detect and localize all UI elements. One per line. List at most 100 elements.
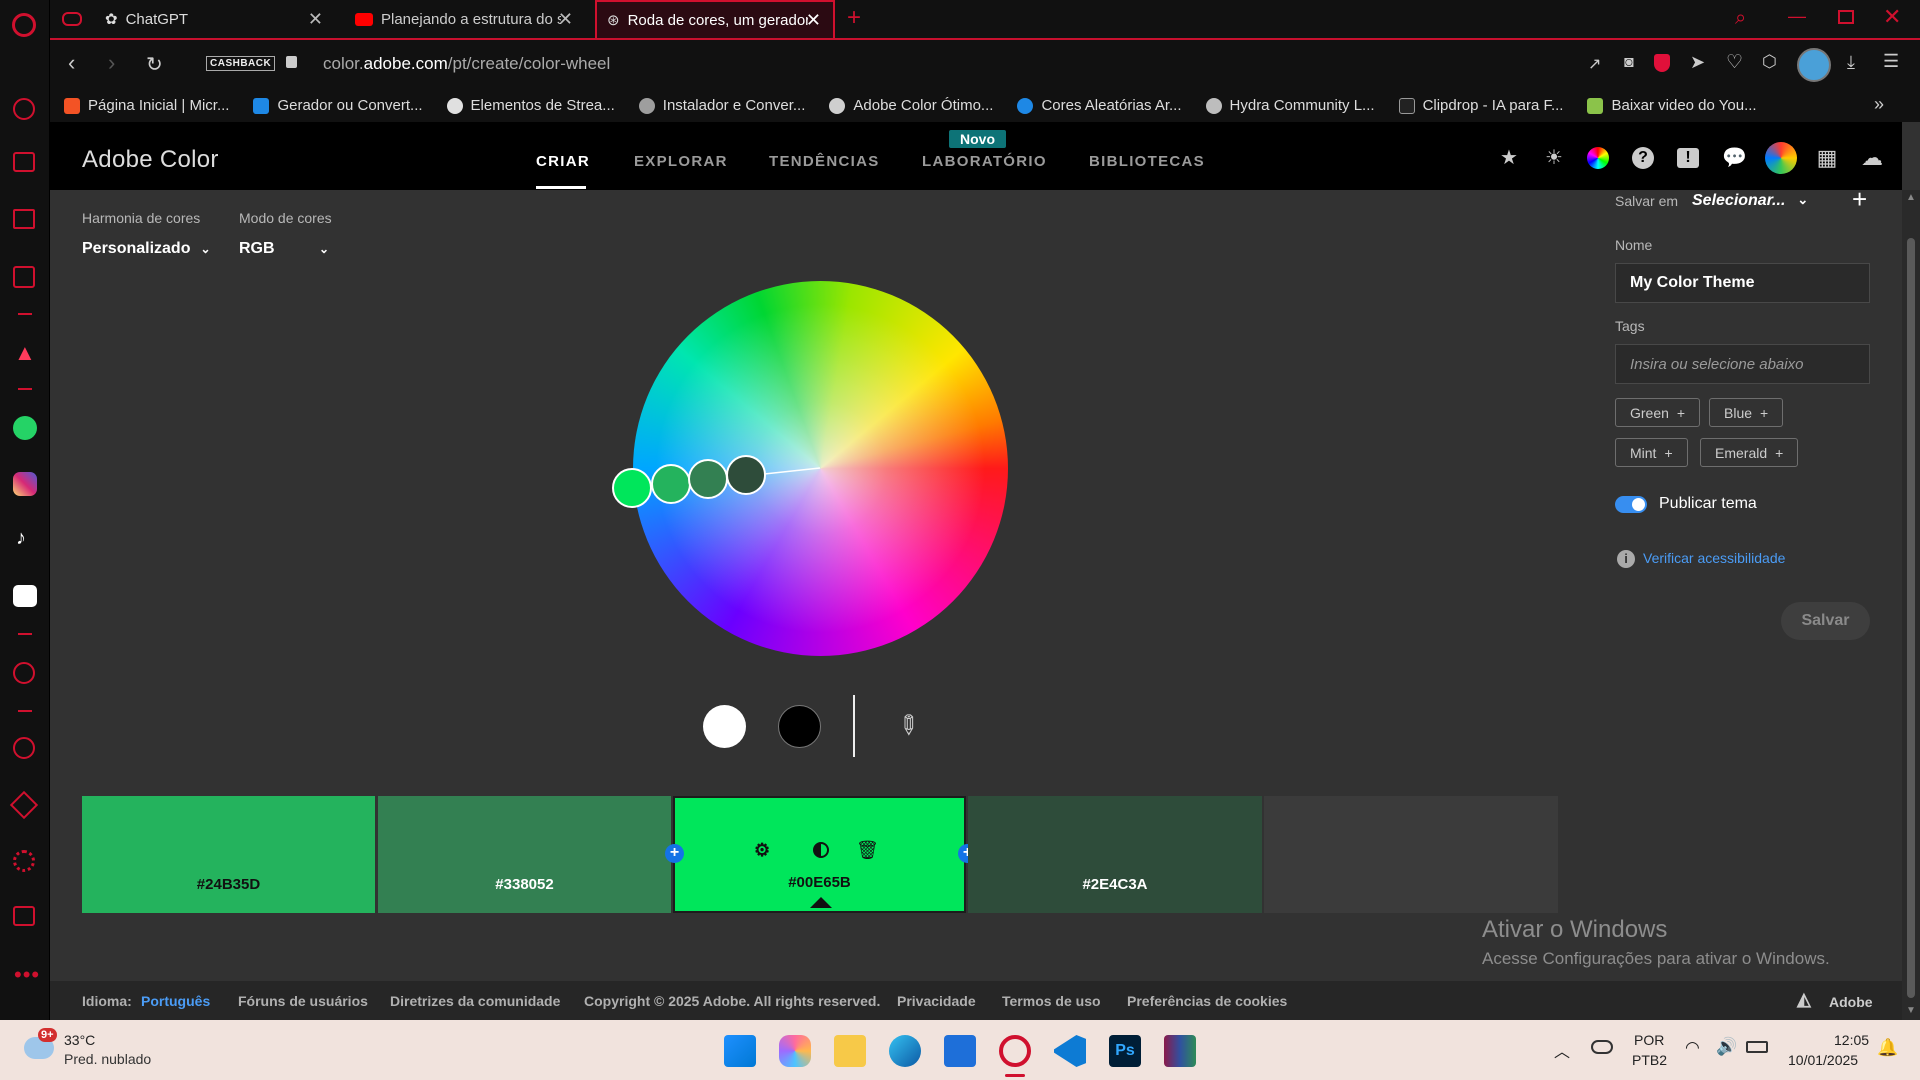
publish-toggle[interactable] <box>1615 496 1647 513</box>
swatch-hex[interactable]: #24B35D <box>197 876 260 893</box>
add-library-icon[interactable]: + <box>1852 184 1867 215</box>
color-handle[interactable] <box>651 464 691 504</box>
bookmark-item[interactable]: Página Inicial | Micr... <box>50 97 241 114</box>
weather-temp[interactable]: 33°C <box>64 1032 95 1048</box>
tab-youtube[interactable]: Planejando a estrutura do s ✕ <box>345 0 585 38</box>
search-tabs-icon[interactable]: ⌕ <box>1735 7 1746 30</box>
back-icon[interactable]: ‹ <box>68 50 75 76</box>
instagram-icon[interactable] <box>13 472 37 496</box>
close-tab-icon[interactable]: ✕ <box>558 9 573 30</box>
opera-icon[interactable] <box>999 1035 1031 1067</box>
download-icon[interactable]: ⤓ <box>1847 52 1855 73</box>
scroll-down-icon[interactable]: ▼ <box>1906 1005 1916 1016</box>
color-handle[interactable] <box>688 459 728 499</box>
workspace-icon[interactable] <box>13 152 35 172</box>
weather-desc[interactable]: Pred. nublado <box>64 1051 151 1067</box>
apps-grid-icon[interactable]: ▦ <box>1815 146 1839 170</box>
nav-laboratorio[interactable]: LABORATÓRIO <box>922 153 1047 170</box>
add-swatch-left-button[interactable]: + <box>665 844 684 863</box>
camera-icon[interactable]: ◙ <box>1624 54 1634 72</box>
bookmark-item[interactable]: Gerador ou Convert... <box>241 97 434 114</box>
adobe-color-logo[interactable]: Adobe Color <box>82 146 219 174</box>
vscode-icon[interactable] <box>1054 1035 1086 1067</box>
color-wheel-icon[interactable] <box>1587 147 1609 169</box>
avatar[interactable] <box>1797 48 1831 82</box>
tag-chip[interactable]: Green + <box>1615 398 1701 427</box>
close-tab-icon[interactable]: ✕ <box>806 10 821 31</box>
cashback-badge[interactable]: CASHBACK <box>206 56 276 71</box>
tag-chip[interactable]: Blue + <box>1709 398 1784 427</box>
empty-swatch-slot[interactable] <box>1264 796 1558 913</box>
feedback-icon[interactable]: ! <box>1677 148 1699 168</box>
star-icon[interactable]: ★ <box>1497 146 1521 170</box>
nav-tendencias[interactable]: TENDÊNCIAS <box>769 153 880 170</box>
heart-icon[interactable]: ♡ <box>1726 51 1743 74</box>
speed-dial-icon[interactable] <box>13 98 35 120</box>
delete-icon[interactable]: 🗑 <box>856 840 879 861</box>
notifications-icon[interactable]: 🔔 <box>1877 1038 1898 1058</box>
theme-name-input[interactable]: My Color Theme <box>1615 263 1870 303</box>
user-avatar[interactable] <box>1765 142 1797 174</box>
close-window-button[interactable]: ✕ <box>1883 4 1901 30</box>
tab-chatgpt[interactable]: ✿ ChatGPT ✕ <box>95 0 335 38</box>
whatsapp-icon[interactable] <box>13 416 37 440</box>
forward-icon[interactable]: › <box>108 50 115 76</box>
bookmarks-overflow-icon[interactable]: » <box>1874 94 1884 115</box>
chat-icon[interactable]: 💬 <box>1722 146 1747 170</box>
send-icon[interactable]: ➤ <box>1690 52 1705 73</box>
clock-date[interactable]: 10/01/2025 <box>1788 1052 1858 1068</box>
clock-time[interactable]: 12:05 <box>1834 1032 1869 1048</box>
easy-setup-icon[interactable]: ☰ <box>1883 51 1899 72</box>
volume-icon[interactable]: 🔊 <box>1716 1037 1737 1057</box>
bookmark-item[interactable]: Adobe Color Ótimo... <box>817 97 1005 114</box>
discord-icon[interactable] <box>13 585 37 607</box>
photoshop-icon[interactable]: Ps <box>1109 1035 1141 1067</box>
help-icon[interactable]: ? <box>1632 147 1654 169</box>
language-bottom[interactable]: PTB2 <box>1632 1052 1667 1068</box>
footer-link[interactable]: Privacidade <box>897 993 976 1009</box>
twitch-icon[interactable] <box>13 209 35 229</box>
onedrive-icon[interactable] <box>1591 1040 1613 1054</box>
url-field[interactable]: color.adobe.com/pt/create/color-wheel <box>323 54 610 74</box>
swatch-hex[interactable]: #338052 <box>495 876 553 893</box>
settings-icon[interactable] <box>13 850 35 872</box>
footer-link[interactable]: Preferências de cookies <box>1127 993 1287 1009</box>
winrar-icon[interactable] <box>1164 1035 1196 1067</box>
player-icon[interactable] <box>13 662 35 684</box>
more-icon[interactable]: ••• <box>14 962 40 988</box>
copilot-icon[interactable] <box>779 1035 811 1067</box>
new-tab-button[interactable]: + <box>847 4 861 32</box>
bookmark-item[interactable]: Baixar video do You... <box>1575 97 1768 114</box>
adjust-sliders-icon[interactable]: ⚙ <box>754 840 770 861</box>
aria-icon[interactable] <box>13 266 35 288</box>
edge-icon[interactable] <box>889 1035 921 1067</box>
wifi-icon[interactable]: ◠ <box>1685 1038 1700 1058</box>
footer-link[interactable]: Diretrizes da comunidade <box>390 993 560 1009</box>
contrast-icon[interactable] <box>813 842 829 858</box>
bookmark-item[interactable]: Instalador e Conver... <box>627 97 818 114</box>
share-icon[interactable]: ↗ <box>1588 54 1601 74</box>
gamepad-icon[interactable] <box>62 12 82 26</box>
maximize-button[interactable] <box>1838 10 1854 24</box>
tag-chip[interactable]: Emerald + <box>1700 438 1799 467</box>
bookmark-item[interactable]: Clipdrop - IA para F... <box>1387 97 1576 114</box>
history-icon[interactable] <box>13 737 35 759</box>
swatch-hex[interactable]: #2E4C3A <box>1082 876 1147 893</box>
tags-input[interactable]: Insira ou selecione abaixo <box>1615 344 1870 384</box>
opera-logo-icon[interactable] <box>12 13 36 37</box>
color-handle[interactable] <box>726 455 766 495</box>
white-swatch-button[interactable] <box>703 705 746 748</box>
tag-chip[interactable]: Mint + <box>1615 438 1688 467</box>
color-handle-base[interactable] <box>612 468 652 508</box>
tray-overflow-icon[interactable]: ︿ <box>1554 1038 1570 1062</box>
theme-toggle-icon[interactable]: ☀ <box>1542 146 1566 170</box>
battery-icon[interactable] <box>1746 1041 1768 1053</box>
footer-link[interactable]: Termos de uso <box>1002 993 1101 1009</box>
store-icon[interactable] <box>944 1035 976 1067</box>
close-tab-icon[interactable]: ✕ <box>308 9 323 30</box>
minimize-button[interactable]: — <box>1788 6 1806 27</box>
adobe-acrobat-icon[interactable]: ▲ <box>14 340 36 366</box>
shield-icon[interactable] <box>1654 54 1670 72</box>
tiktok-icon[interactable]: ♪ <box>16 527 26 550</box>
page-scrollbar[interactable]: ▲ ▼ <box>1902 190 1920 1020</box>
